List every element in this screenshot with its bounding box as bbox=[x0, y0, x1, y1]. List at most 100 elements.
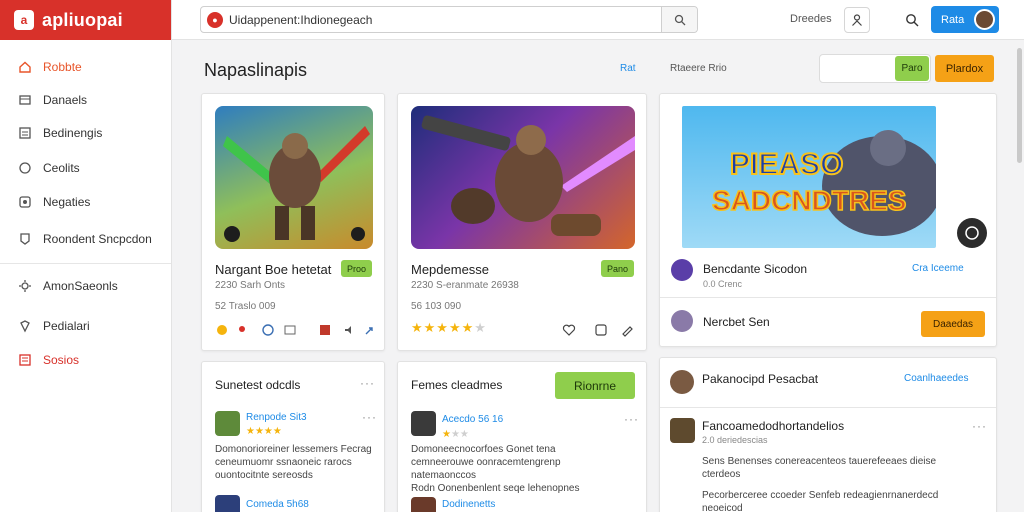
gamepad-icon bbox=[965, 226, 979, 240]
sidebar-item-label: Bedinengis bbox=[43, 126, 103, 140]
header-link-primary[interactable]: Rat bbox=[620, 63, 636, 74]
sidebar-item-home[interactable]: Robbte bbox=[0, 53, 171, 81]
reviewer-name[interactable]: Comeda 5h68 bbox=[246, 499, 309, 510]
sidebar-item-shield[interactable]: Roondent Sncpcdon bbox=[0, 225, 171, 253]
avatar bbox=[974, 9, 995, 30]
more-options-icon[interactable]: ··· bbox=[360, 376, 375, 390]
featured-banner[interactable]: PIEASO SADCNDTRES bbox=[682, 106, 936, 248]
header-link-secondary[interactable]: Rtaeere Rrio bbox=[670, 63, 727, 74]
review-stars: ★★★★ bbox=[246, 426, 282, 437]
more-options-icon[interactable]: ··· bbox=[624, 412, 639, 426]
sidebar-item-settings[interactable]: AmonSaeonls bbox=[0, 272, 171, 300]
reviews-panel: Sunetest odcdls ··· Renpode Sit3 ★★★★ ··… bbox=[201, 361, 385, 512]
author-avatar bbox=[670, 370, 694, 394]
svg-text:PIEASO: PIEASO bbox=[730, 148, 843, 181]
brand-bar[interactable]: a apliuopai bbox=[0, 0, 171, 40]
sidebar-item-folder[interactable]: Danaels bbox=[0, 86, 171, 114]
pin-icon[interactable] bbox=[235, 323, 249, 337]
play-button[interactable] bbox=[957, 218, 987, 248]
featured-action-button[interactable]: Daaedas bbox=[921, 311, 985, 337]
review-stars: ★★★ bbox=[442, 429, 469, 440]
user-button[interactable]: Rata bbox=[931, 6, 999, 33]
panel-heading: Femes cleadmes bbox=[411, 378, 503, 392]
home-icon bbox=[18, 60, 32, 74]
reviewer-avatar bbox=[215, 495, 240, 512]
reviewer-meta: 2.0 deriedescias bbox=[702, 435, 768, 445]
member-avatar bbox=[671, 310, 693, 332]
person-icon bbox=[852, 14, 862, 26]
sidebar-item-label: AmonSaeonls bbox=[43, 279, 118, 293]
bars-icon bbox=[18, 353, 32, 367]
game-meta-secondary: 56 103 090 bbox=[411, 301, 462, 312]
gallery-icon[interactable] bbox=[318, 323, 332, 337]
search-button[interactable] bbox=[661, 7, 697, 32]
more-options-icon[interactable]: ··· bbox=[362, 410, 377, 424]
publisher-link[interactable]: Cra Iceeme bbox=[912, 263, 964, 274]
divider bbox=[660, 407, 996, 408]
game-title[interactable]: Mepdemesse bbox=[411, 262, 489, 277]
search-icon bbox=[674, 14, 685, 25]
sidebar-item-label: Roondent Sncpcdon bbox=[43, 232, 152, 246]
author-name[interactable]: Pakanocipd Pesacbat bbox=[702, 372, 818, 386]
divider bbox=[660, 297, 996, 298]
sidebar-item-label: Ceolits bbox=[43, 161, 80, 175]
edit-icon[interactable] bbox=[620, 323, 634, 337]
top-link[interactable]: Dreedes bbox=[790, 13, 832, 25]
header-green-button[interactable]: Paro bbox=[895, 56, 929, 81]
reviews-panel: Femes cleadmes Rionrne Acecdo 56 16 ★★★ … bbox=[397, 361, 647, 512]
game-tag: Pano bbox=[601, 260, 635, 277]
reviewer-name[interactable]: Acecdo 56 16 bbox=[442, 414, 503, 425]
user-button-label: Rata bbox=[941, 13, 965, 26]
sidebar-item-tag[interactable]: Negaties bbox=[0, 188, 171, 216]
brand-name: apliuopai bbox=[42, 9, 123, 30]
game-tag: Proo bbox=[341, 260, 373, 277]
sidebar-item-list[interactable]: Bedinengis bbox=[0, 119, 171, 147]
sidebar-divider bbox=[0, 263, 171, 264]
game-thumbnail[interactable] bbox=[411, 106, 635, 249]
rating-stars: ★★★★★★ bbox=[411, 320, 487, 335]
game-card[interactable]: Mepdemesse Pano 2230 S-eranmate 26938 56… bbox=[397, 93, 647, 351]
member-name[interactable]: Nercbet Sen bbox=[703, 315, 770, 329]
sidebar-item-label: Pedialari bbox=[43, 319, 90, 333]
scrollbar[interactable] bbox=[1017, 48, 1022, 163]
coin-icon[interactable] bbox=[215, 323, 229, 337]
shield-icon[interactable] bbox=[261, 323, 275, 337]
sidebar-item-chat[interactable]: Ceolits bbox=[0, 154, 171, 182]
search-input[interactable] bbox=[229, 12, 697, 27]
shield-icon bbox=[18, 232, 32, 246]
list-icon bbox=[18, 126, 32, 140]
sidebar-item-label: Danaels bbox=[43, 93, 88, 107]
reviewer-avatar bbox=[670, 418, 695, 443]
panel-action-button[interactable]: Rionrne bbox=[555, 372, 635, 399]
reviewer-name[interactable]: Renpode Sit3 bbox=[246, 412, 307, 423]
game-thumbnail[interactable] bbox=[215, 106, 373, 249]
header-orange-button[interactable]: Plardox bbox=[935, 55, 994, 82]
sidebar-item-plugins[interactable]: Pedialari bbox=[0, 312, 171, 340]
share-icon[interactable] bbox=[362, 323, 376, 337]
heart-icon[interactable] bbox=[562, 323, 576, 337]
sidebar-item-label: Sosios bbox=[43, 353, 80, 367]
author-link[interactable]: Coanlhaeedes bbox=[904, 373, 969, 384]
chat-icon bbox=[18, 161, 32, 175]
publisher-meta: 0.0 Crenc bbox=[703, 279, 743, 289]
community-panel: Pakanocipd Pesacbat Coanlhaeedes Fancoam… bbox=[659, 357, 997, 512]
sidebar-item-sessions[interactable]: Sosios bbox=[0, 346, 171, 374]
review-text: Pecorberceree ccoeder Senfeb redeagienrn… bbox=[702, 490, 939, 512]
reviewer-name[interactable]: Dodinenetts bbox=[442, 499, 495, 510]
profile-icon-button[interactable] bbox=[844, 7, 870, 33]
game-card[interactable]: Nargant Boe hetetat Proo 2230 Sarh Onts … bbox=[201, 93, 385, 351]
featured-card[interactable]: PIEASO SADCNDTRES Bencdante Sicodon Cra … bbox=[659, 93, 997, 347]
page-title: Napaslinapis bbox=[204, 60, 308, 80]
app-badge-icon: ● bbox=[207, 11, 223, 28]
publisher-name[interactable]: Bencdante Sicodon bbox=[703, 262, 807, 276]
reviewer-name[interactable]: Fancoamedodhortandelios bbox=[702, 419, 844, 433]
more-options-icon[interactable]: ··· bbox=[972, 419, 987, 433]
review-text: Domonorioreiner lessemers Fecrag ceneumu… bbox=[215, 444, 372, 481]
sound-icon[interactable] bbox=[342, 323, 356, 337]
global-search-button[interactable] bbox=[902, 10, 922, 30]
bookmark-icon[interactable] bbox=[594, 323, 608, 337]
image-icon[interactable] bbox=[283, 323, 297, 337]
warrior-artwork bbox=[223, 126, 370, 242]
game-title[interactable]: Nargant Boe hetetat bbox=[215, 262, 331, 277]
search-bar[interactable]: ● bbox=[200, 6, 698, 33]
